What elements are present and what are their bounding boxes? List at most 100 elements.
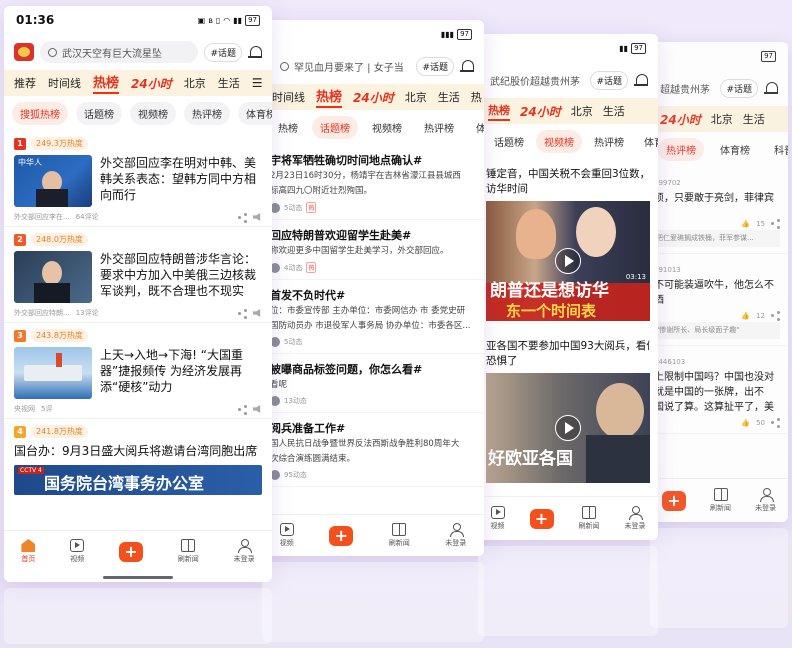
tab-sports[interactable]: 体育榜 <box>238 102 272 125</box>
sohu-logo-icon[interactable] <box>14 43 34 61</box>
play-icon[interactable] <box>555 415 581 441</box>
tab-video[interactable]: 视频榜 <box>536 130 582 153</box>
video-thumbnail[interactable]: 朗普还是想访华 东一个时间表 03:13 <box>486 201 650 321</box>
list-item[interactable]: 3 243.8万热度 上天→入地→下海! “大国重器”捷报频传 为经济发展再添“… <box>4 323 272 419</box>
topic-button[interactable]: #话题 <box>590 70 628 90</box>
channel-life[interactable]: 生活 <box>603 103 625 119</box>
tab-topics[interactable]: 话题榜 <box>486 130 532 153</box>
list-item[interactable]: 回应特朗普欢迎留学生赴美# 称欢迎更多中国留学生赴美学习，外交部回应。 4动态热 <box>262 220 484 280</box>
nav-refresh[interactable]: 刷新闻 <box>389 523 410 548</box>
nav-refresh[interactable]: 刷新闻 <box>710 488 731 513</box>
nav-video[interactable]: 视频 <box>490 506 505 531</box>
list-item[interactable]: 亚各国不要参加中国93大阅兵，看似 恐惧了 好欧亚各国 <box>478 331 658 493</box>
topic-button[interactable]: #话题 <box>204 42 242 62</box>
list-item[interactable]: 锤定音，中国关税不会重回3位数， 访华时间 朗普还是想访华 东一个时间表 03:… <box>478 159 658 331</box>
nav-login[interactable]: 未登录 <box>234 539 255 564</box>
channel-life[interactable]: 生活 <box>743 111 765 127</box>
video-thumbnail[interactable]: 好欧亚各国 <box>486 373 650 483</box>
channel-recommend[interactable]: 推荐 <box>14 75 36 91</box>
tab-sports[interactable]: 体育榜 <box>468 116 484 139</box>
list-item[interactable]: 4 241.8万热度 国台办：9月3日盛大阅兵将邀请台湾同胞出席 CCTV 4 … <box>4 419 272 499</box>
channel-life[interactable]: 生活 <box>438 89 460 105</box>
speaker-icon[interactable] <box>253 213 261 221</box>
tab-sohu-hot[interactable]: 搜狐热榜 <box>12 102 68 125</box>
speaker-icon[interactable] <box>253 405 261 413</box>
publish-button[interactable]: + <box>329 525 354 546</box>
share-icon[interactable] <box>238 213 247 222</box>
channel-beijing[interactable]: 北京 <box>405 89 427 105</box>
speaker-icon[interactable] <box>253 309 261 317</box>
channel-24h[interactable]: 24小时 <box>353 89 394 106</box>
list-item[interactable]: 首发不负时代# 位：市委宣传部 主办单位：市委网信办 市 委党史研 国防动员办 … <box>262 280 484 354</box>
search-input[interactable]: 罕见血月要来了 | 女子当 <box>272 55 411 77</box>
share-icon[interactable] <box>771 418 780 427</box>
topic-button[interactable]: #话题 <box>416 56 454 76</box>
nav-login[interactable]: 未登录 <box>755 488 776 513</box>
tab-sports[interactable]: 体育榜 <box>636 130 658 153</box>
channel-menu-icon[interactable]: ☰ <box>252 76 263 90</box>
tab-sports[interactable]: 体育榜 <box>712 138 758 161</box>
channel-beijing[interactable]: 北京 <box>571 103 593 119</box>
list-item[interactable]: 691013 不可能装逼吹牛，他怎么不 酒 👍 12 "惨谢所长、局长级面子趣" <box>650 254 788 346</box>
publish-button[interactable]: + <box>662 490 686 511</box>
like-icon[interactable]: 👍 <box>741 220 750 228</box>
like-icon[interactable]: 👍 <box>741 312 750 320</box>
share-icon[interactable] <box>238 309 247 318</box>
channel-hot[interactable]: 热榜 <box>488 102 510 121</box>
tab-hot[interactable]: 热榜 <box>270 116 306 139</box>
channel-hot[interactable]: 热榜 <box>316 86 343 108</box>
publish-button[interactable]: + <box>529 508 554 529</box>
list-item[interactable]: 被曝商品标签问题，你怎么看# 看呢 13动态 <box>262 354 484 413</box>
tab-topics[interactable]: 话题榜 <box>76 102 122 125</box>
list-item[interactable]: 1446103 上限制中国吗？中国也没对 就是中国的一张牌，出不 国说了算。这算… <box>650 346 788 434</box>
bell-icon[interactable] <box>248 45 262 59</box>
tab-video[interactable]: 视频榜 <box>364 116 410 139</box>
play-icon[interactable] <box>555 248 581 274</box>
tab-hot-comments[interactable]: 热评榜 <box>184 102 230 125</box>
nav-home[interactable]: 首页 <box>21 539 36 564</box>
nav-refresh[interactable]: 刷新闻 <box>579 506 600 531</box>
publish-button[interactable]: + <box>118 541 143 562</box>
list-item[interactable]: 2 248.0万热度 外交部回应特朗普涉华言论：要求中方加入中美俄三边核裁军谈判… <box>4 227 272 323</box>
channel-24h[interactable]: 24小时 <box>131 75 172 92</box>
nav-video[interactable]: 视频 <box>70 539 85 564</box>
tab-topics[interactable]: 话题榜 <box>312 116 358 139</box>
rank-badge: 3 <box>14 329 26 342</box>
channel-more[interactable]: 热 <box>471 89 482 105</box>
tab-hot-comments[interactable]: 热评榜 <box>586 130 632 153</box>
tab-science[interactable]: 科普榜 <box>766 138 788 161</box>
bell-icon[interactable] <box>634 73 648 87</box>
nav-login[interactable]: 未登录 <box>625 506 646 531</box>
share-icon[interactable] <box>771 311 780 320</box>
channel-life[interactable]: 生活 <box>218 75 240 91</box>
sub-tabs: 话题榜 视频榜 热评榜 体育榜 <box>478 124 658 159</box>
list-item[interactable]: 宇将军牺牲确切时间地点确认# 2月23日16时30分，杨靖宇在吉林省濛江县县城西… <box>262 145 484 220</box>
channel-hot[interactable]: 热榜 <box>93 72 120 94</box>
search-input[interactable]: 超越贵州茅 <box>660 77 715 99</box>
share-icon[interactable] <box>238 405 247 414</box>
bell-icon[interactable] <box>764 81 778 95</box>
channel-beijing[interactable]: 北京 <box>711 111 733 127</box>
home-indicator[interactable] <box>103 576 173 579</box>
search-input[interactable]: 武汉天空有巨大流星坠 <box>40 41 199 63</box>
channel-timeline[interactable]: 时间线 <box>48 75 81 91</box>
topic-button[interactable]: #话题 <box>720 78 758 98</box>
refresh-news-icon <box>713 488 728 501</box>
bell-icon[interactable] <box>460 59 474 73</box>
like-icon[interactable]: 👍 <box>741 419 750 427</box>
nav-refresh[interactable]: 刷新闻 <box>178 539 199 564</box>
share-icon[interactable] <box>771 219 780 228</box>
channel-beijing[interactable]: 北京 <box>184 75 206 91</box>
list-item[interactable]: 899702 烦，只要敢于亮剑，菲律宾 👍 15 把仁爱礁搁成铁桶，菲军参谋... <box>650 167 788 254</box>
tab-hot-comments[interactable]: 热评榜 <box>416 116 462 139</box>
nav-login[interactable]: 未登录 <box>445 523 466 548</box>
search-input[interactable]: 武纪股价超越贵州茅 <box>488 69 585 91</box>
list-item[interactable]: 阅兵准备工作# 国人民抗日战争暨世界反法西斯战争胜利80周年大 次综合演练圆满结… <box>262 413 484 487</box>
channel-timeline[interactable]: 时间线 <box>272 89 305 105</box>
tab-video[interactable]: 视频榜 <box>130 102 176 125</box>
channel-24h[interactable]: 24小时 <box>660 111 701 128</box>
channel-24h[interactable]: 24小时 <box>520 103 561 120</box>
nav-video[interactable]: 视频 <box>279 523 294 548</box>
list-item[interactable]: 1 249.3万热度 中华人 外交部回应李在明对中韩、美韩关系表态：望韩方同中方… <box>4 131 272 227</box>
tab-hot-comments[interactable]: 热评榜 <box>658 138 704 161</box>
